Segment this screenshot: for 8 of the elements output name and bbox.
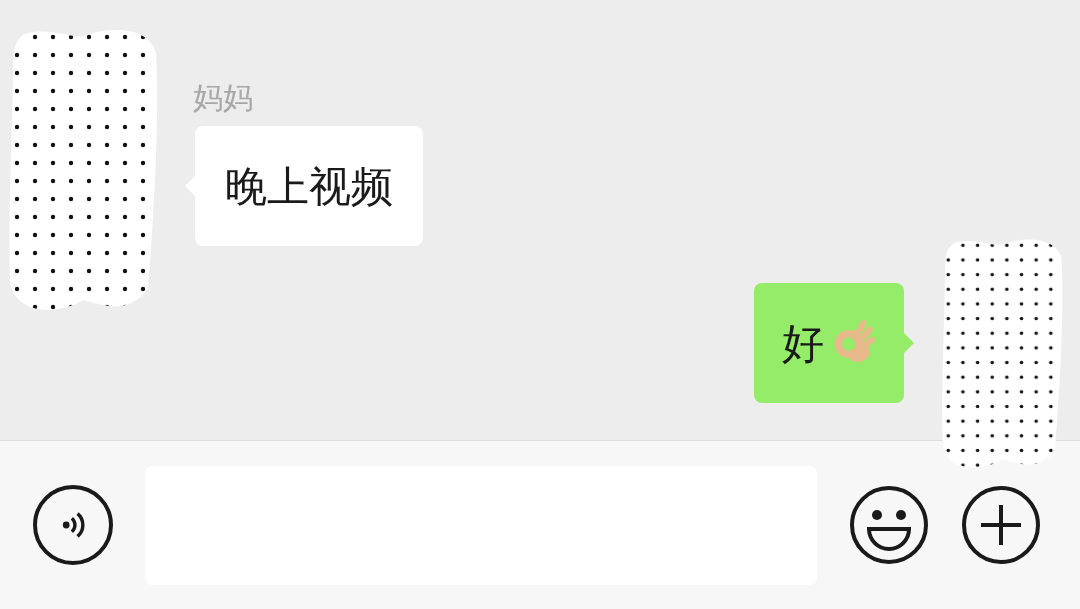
plus-icon bbox=[961, 485, 1041, 565]
message-text: 好 bbox=[782, 317, 824, 370]
sender-name: 妈妈 bbox=[193, 79, 254, 117]
smiley-icon bbox=[849, 485, 929, 565]
message-bubble: 晚上视频 bbox=[195, 126, 423, 246]
emoji-button[interactable] bbox=[849, 485, 929, 565]
voice-button[interactable] bbox=[33, 485, 113, 565]
add-button[interactable] bbox=[961, 485, 1041, 565]
